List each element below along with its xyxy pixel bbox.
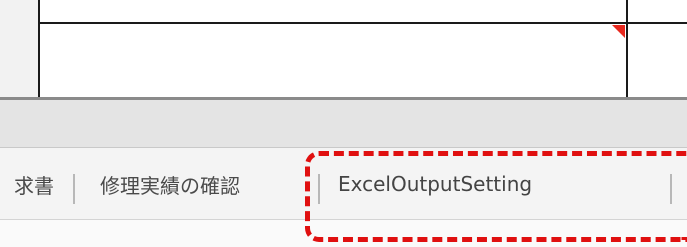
spreadsheet-grid[interactable] bbox=[0, 0, 687, 100]
status-band bbox=[0, 100, 687, 148]
tab-label: 求書 bbox=[14, 173, 54, 198]
tab-label: 修理実績の確認 bbox=[100, 173, 240, 198]
tab-separator bbox=[73, 174, 75, 204]
grid-row-divider bbox=[40, 22, 687, 24]
row-header-column[interactable] bbox=[0, 0, 40, 99]
sheet-tab-strip: 求書 修理実績の確認 ExcelOutputSetting bbox=[0, 148, 687, 220]
cell-comment-indicator-icon bbox=[612, 25, 625, 38]
tab-excel-output-setting[interactable]: ExcelOutputSetting bbox=[338, 148, 532, 220]
tab-repair-history[interactable]: 修理実績の確認 bbox=[100, 148, 240, 220]
tab-separator bbox=[318, 174, 320, 204]
tab-label: ExcelOutputSetting bbox=[338, 172, 533, 196]
screen: 求書 修理実績の確認 ExcelOutputSetting bbox=[0, 0, 687, 247]
grid-column-divider bbox=[626, 0, 628, 99]
tab-separator bbox=[670, 174, 672, 204]
tab-content-area bbox=[0, 220, 687, 247]
tab-partial-sheet[interactable]: 求書 bbox=[0, 148, 60, 220]
